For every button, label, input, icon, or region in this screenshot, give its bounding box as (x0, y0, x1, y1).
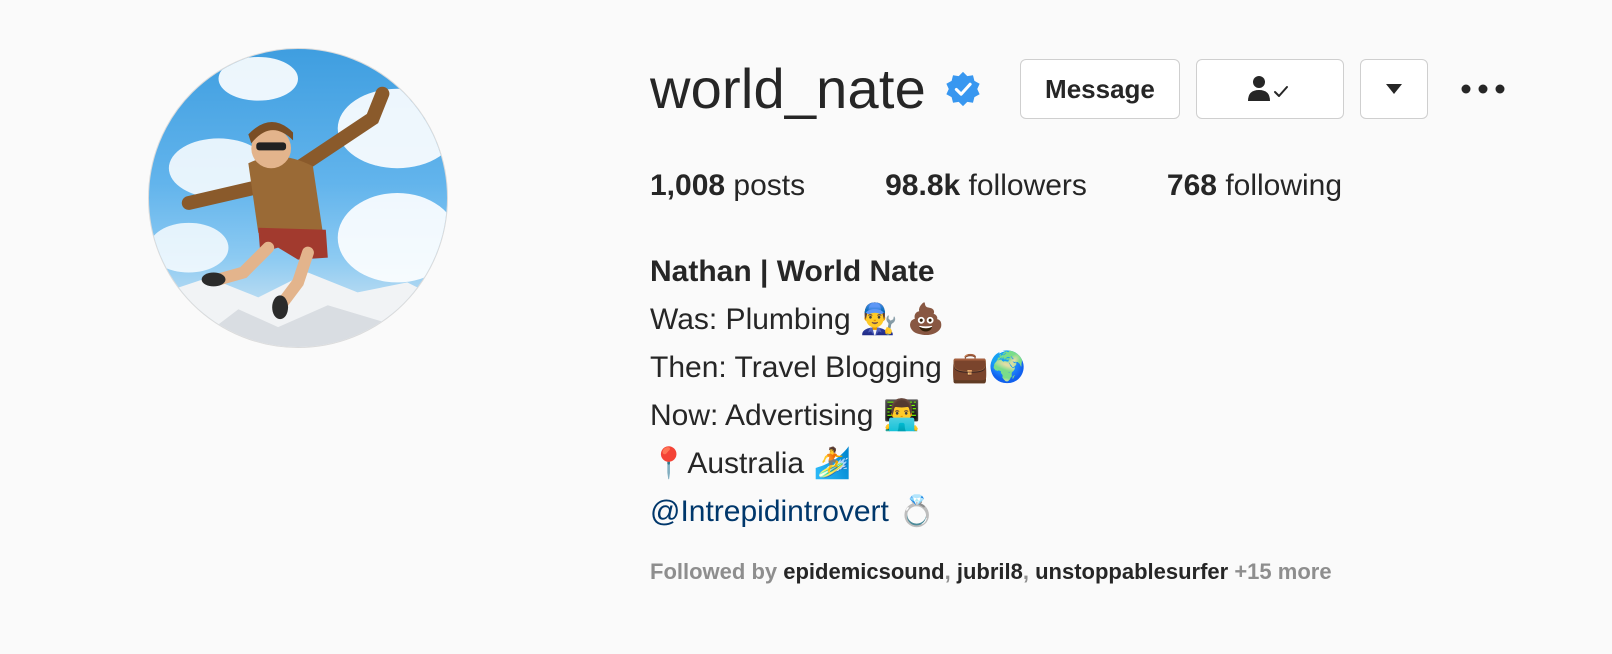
following-button[interactable] (1195, 59, 1344, 119)
suggested-accounts-dropdown-button[interactable] (1359, 59, 1428, 119)
followed-by-user[interactable]: epidemicsound (783, 559, 944, 584)
verified-badge-icon (946, 71, 980, 107)
caret-down-icon (1385, 84, 1402, 94)
profile-bio: Nathan | World Nate Was: Plumbing 👨‍🔧 💩 … (650, 248, 1026, 536)
surfer-emoji: 🏄 (804, 446, 851, 481)
bio-line-2: Then: Travel Blogging 💼🌍 (650, 344, 1026, 392)
bio-line-2-text: Then: Travel Blogging (650, 351, 942, 384)
followed-by-user[interactable]: unstoppablesurfer (1035, 559, 1228, 584)
followed-by-separator: , (1022, 559, 1036, 584)
following-count: 768 (1166, 169, 1217, 202)
followed-by-line[interactable]: Followed by epidemicsound, jubril8, unst… (650, 557, 1332, 587)
followed-by-more: +15 more (1228, 559, 1332, 584)
followers-count: 98.8k (885, 169, 961, 202)
posts-label: posts (725, 169, 806, 202)
following-link[interactable]: 768 following (1167, 166, 1342, 206)
bio-line-3: Now: Advertising 👨‍💻 (650, 392, 1026, 440)
username-heading: world_nate (650, 57, 926, 120)
full-name: Nathan | World Nate (650, 255, 935, 288)
bio-location-text: Australia (687, 447, 805, 480)
followed-by-separator: , (944, 559, 957, 584)
profile-avatar[interactable] (148, 48, 448, 348)
pin-emoji: 📍 (650, 446, 688, 481)
technologist-emoji: 👨‍💻 (873, 398, 921, 433)
following-label: following (1216, 169, 1343, 202)
plumber-poop-emoji: 👨‍🔧 💩 (850, 302, 945, 337)
avatar-photo (149, 56, 447, 347)
more-options-button[interactable] (1458, 59, 1508, 119)
followers-link[interactable]: 98.8k followers (885, 166, 1087, 206)
followers-label: followers (960, 169, 1087, 202)
bio-line-5: @Intrepidintrovert 💍 (650, 488, 1026, 536)
briefcase-globe-emoji: 💼🌍 (941, 350, 1027, 385)
bio-line-4: 📍Australia 🏄 (650, 440, 1026, 488)
person-check-icon (1247, 76, 1288, 101)
ring-emoji: 💍 (888, 494, 936, 529)
bio-line-1-text: Was: Plumbing (650, 303, 851, 336)
message-button[interactable]: Message (1019, 59, 1180, 119)
ellipsis-icon (1461, 84, 1505, 94)
profile-header: world_nate Message (650, 56, 1508, 122)
followed-by-prefix: Followed by (650, 559, 784, 584)
bio-line-3-text: Now: Advertising (650, 399, 874, 432)
bio-line-1: Was: Plumbing 👨‍🔧 💩 (650, 296, 1026, 344)
followed-by-user[interactable]: jubril8 (957, 559, 1023, 584)
mention-link[interactable]: @Intrepidintrovert (650, 495, 889, 528)
profile-stats: 1,008 posts 98.8k followers 768 followin… (650, 166, 1422, 206)
posts-stat: 1,008 posts (650, 166, 805, 206)
message-button-label: Message (1045, 73, 1155, 104)
posts-count: 1,008 (650, 169, 726, 202)
